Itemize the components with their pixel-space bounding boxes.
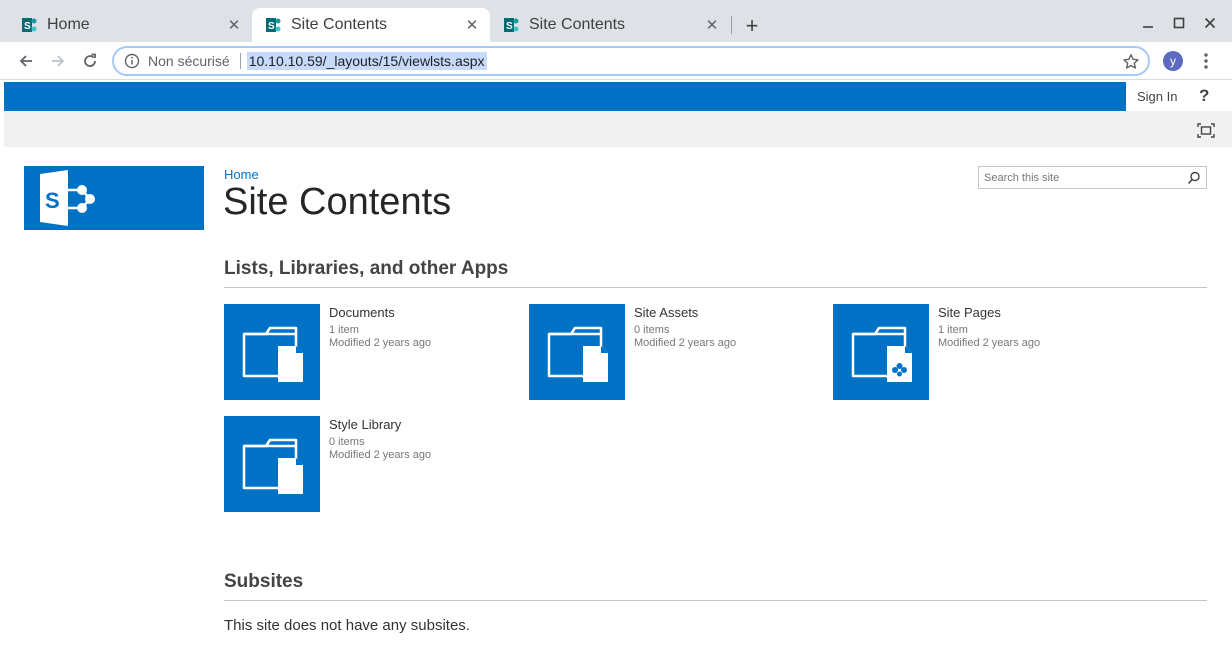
svg-text:S: S <box>268 21 275 32</box>
tab-separator <box>731 16 732 34</box>
app-tile-style-library[interactable]: Style Library 0 items Modified 2 years a… <box>224 416 524 512</box>
document-library-icon <box>242 438 303 494</box>
lists-section-heading: Lists, Libraries, and other Apps <box>224 258 509 279</box>
sign-in-link[interactable]: Sign In <box>1137 89 1177 104</box>
tab-title: Site Contents <box>529 16 626 33</box>
focus-on-content-icon[interactable] <box>1197 123 1215 138</box>
svg-text:S: S <box>24 21 31 32</box>
app-item-count: 1 item <box>329 324 359 336</box>
app-tile-image[interactable] <box>224 416 320 512</box>
minimize-window-icon[interactable] <box>1137 12 1159 34</box>
back-arrow-icon[interactable] <box>14 49 38 73</box>
app-name[interactable]: Site Pages <box>938 305 1001 320</box>
close-tab-icon[interactable]: ✕ <box>224 15 244 35</box>
info-icon[interactable] <box>124 53 140 69</box>
app-modified: Modified 2 years ago <box>938 337 1041 349</box>
url-text[interactable]: 10.10.10.59/_layouts/15/viewlsts.aspx <box>246 52 487 70</box>
document-library-icon <box>547 326 608 382</box>
breadcrumb-home[interactable]: Home <box>224 167 259 182</box>
forward-arrow-icon[interactable] <box>46 49 70 73</box>
svg-text:S: S <box>45 188 60 213</box>
app-tile-site-assets[interactable]: Site Assets 0 items Modified 2 years ago <box>529 304 829 400</box>
tab-site-contents[interactable]: S Site Contents ✕ <box>490 8 730 42</box>
app-name[interactable]: Documents <box>329 305 395 320</box>
app-item-count: 0 items <box>329 436 365 448</box>
profile-avatar[interactable]: y <box>1163 51 1183 71</box>
address-bar[interactable]: Non sécurisé 10.10.10.59/_layouts/15/vie… <box>112 46 1150 76</box>
wiki-page-library-icon <box>851 326 912 382</box>
app-tile-image[interactable] <box>224 304 320 400</box>
app-name[interactable]: Site Assets <box>634 305 698 320</box>
maximize-window-icon[interactable] <box>1168 12 1190 34</box>
suite-bar <box>4 82 1126 111</box>
app-name[interactable]: Style Library <box>329 417 401 432</box>
bookmark-star-icon[interactable] <box>1122 53 1140 71</box>
omnibox-separator <box>239 53 241 69</box>
close-tab-icon[interactable]: ✕ <box>462 15 482 35</box>
reload-icon[interactable] <box>78 49 102 73</box>
app-modified: Modified 2 years ago <box>634 337 737 349</box>
app-item-count: 1 item <box>938 324 968 336</box>
document-library-icon <box>242 326 303 382</box>
browser-tab-strip: S Home ✕ S Site Contents ✕ S Site Conten… <box>0 0 1232 42</box>
site-search-box[interactable] <box>978 166 1207 189</box>
subsites-section-heading: Subsites <box>224 571 304 592</box>
help-icon[interactable]: ? <box>1199 86 1209 106</box>
app-tile-documents[interactable]: Documents 1 item Modified 2 years ago <box>224 304 524 400</box>
close-window-icon[interactable] <box>1199 12 1221 34</box>
app-modified: Modified 2 years ago <box>329 337 432 349</box>
subsites-empty-message: This site does not have any subsites. <box>224 617 470 634</box>
sharepoint-favicon-icon: S <box>504 18 519 32</box>
browser-toolbar: Non sécurisé 10.10.10.59/_layouts/15/vie… <box>0 42 1232 80</box>
tab-title: Home <box>47 16 90 33</box>
sharepoint-favicon-icon: S <box>266 18 281 32</box>
tab-site-contents-active[interactable]: S Site Contents ✕ <box>252 8 490 42</box>
section-divider <box>224 600 1207 601</box>
ribbon <box>4 111 1232 147</box>
app-item-count: 0 items <box>634 324 670 336</box>
search-input[interactable] <box>979 167 1179 188</box>
search-icon[interactable] <box>1187 171 1201 185</box>
sharepoint-logo-icon: S <box>40 170 95 226</box>
app-tile-image[interactable] <box>529 304 625 400</box>
app-tile-image[interactable] <box>833 304 929 400</box>
page-title: Site Contents <box>223 181 452 223</box>
new-tab-button[interactable]: + <box>740 13 764 38</box>
app-modified: Modified 2 years ago <box>329 449 432 461</box>
tab-title: Site Contents <box>291 16 388 33</box>
app-tile-site-pages[interactable]: Site Pages 1 item Modified 2 years ago <box>833 304 1133 400</box>
site-logo[interactable]: S <box>24 166 204 230</box>
sharepoint-favicon-icon: S <box>22 18 37 32</box>
close-tab-icon[interactable]: ✕ <box>702 15 722 35</box>
section-divider <box>224 287 1207 288</box>
svg-text:S: S <box>506 21 513 32</box>
security-status-label: Non sécurisé <box>148 53 230 69</box>
browser-menu-icon[interactable] <box>1196 50 1216 72</box>
tab-home[interactable]: S Home ✕ <box>8 8 252 42</box>
